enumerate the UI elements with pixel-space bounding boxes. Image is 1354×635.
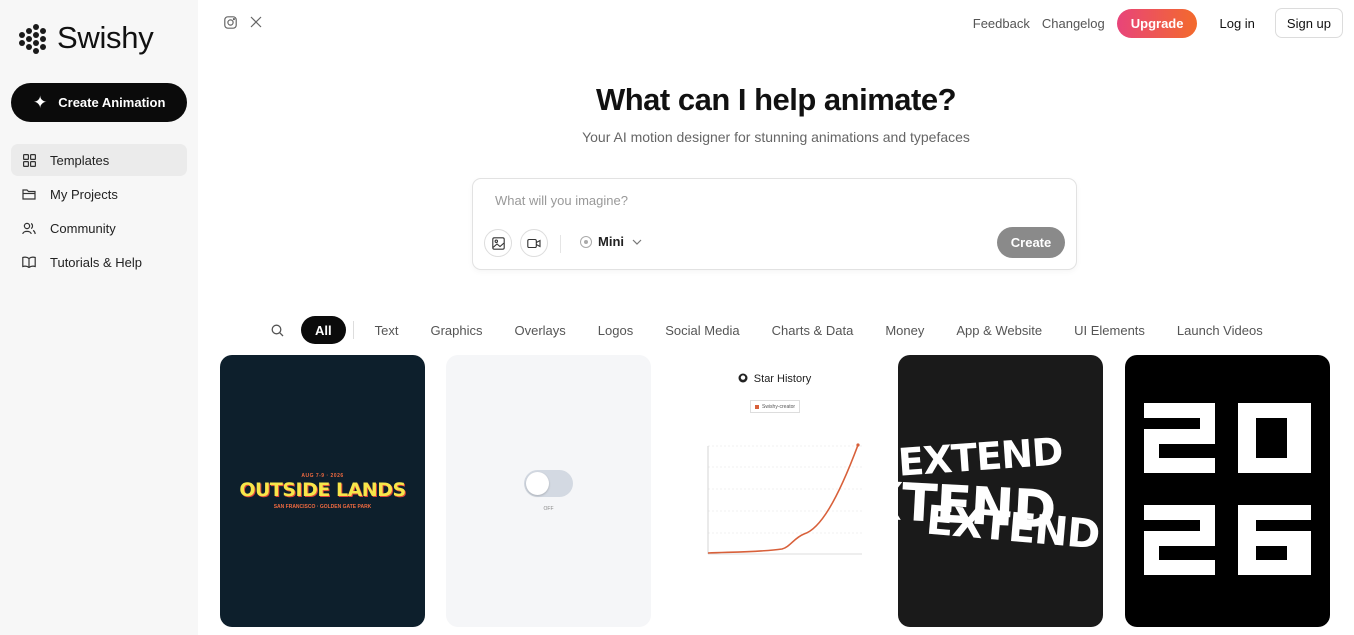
book-icon bbox=[22, 255, 36, 269]
template-card-toggle[interactable]: OFF bbox=[446, 355, 651, 627]
filter-all[interactable]: All bbox=[301, 316, 346, 344]
page-subtitle: Your AI motion designer for stunning ani… bbox=[582, 129, 970, 145]
logo[interactable]: Swishy bbox=[17, 20, 154, 56]
toggle-switch-preview bbox=[524, 470, 573, 497]
template-card-outside-lands[interactable]: AUG 7-9 · 2026 OUTSIDE LANDS SAN FRANCIS… bbox=[220, 355, 425, 627]
grid-icon bbox=[22, 153, 36, 167]
filter-money[interactable]: Money bbox=[869, 316, 940, 344]
filter-logos[interactable]: Logos bbox=[582, 316, 649, 344]
chevron-down-icon bbox=[632, 236, 642, 248]
x-icon[interactable] bbox=[249, 15, 263, 29]
top-navigation: Feedback Changelog Upgrade Log in Sign u… bbox=[973, 8, 1343, 38]
sidebar-item-tutorials[interactable]: Tutorials & Help bbox=[11, 246, 187, 278]
filter-launch-videos[interactable]: Launch Videos bbox=[1161, 316, 1279, 344]
category-filters: All Text Graphics Overlays Logos Social … bbox=[270, 316, 1279, 344]
divider bbox=[352, 321, 354, 339]
attach-image-button[interactable] bbox=[484, 229, 512, 257]
template-card-star-history[interactable]: Star History Swishy-creator bbox=[672, 355, 877, 627]
sidebar: Swishy ✦ Create Animation Templates My P… bbox=[0, 0, 198, 635]
sidebar-item-label: Templates bbox=[50, 152, 110, 168]
model-select[interactable]: Mini bbox=[580, 234, 642, 249]
sidebar-nav: Templates My Projects Community Tutorial… bbox=[11, 144, 187, 280]
create-animation-label: Create Animation bbox=[58, 95, 166, 110]
feedback-link[interactable]: Feedback bbox=[973, 16, 1030, 31]
template-card-2026[interactable]: 20 26 bbox=[1125, 355, 1330, 627]
prompt-input[interactable] bbox=[495, 193, 1055, 208]
brand-name: Swishy bbox=[57, 20, 154, 55]
card-title: OUTSIDE LANDS bbox=[239, 479, 406, 501]
swishy-logo-icon bbox=[17, 23, 47, 54]
changelog-link[interactable]: Changelog bbox=[1042, 16, 1105, 31]
sidebar-item-label: Tutorials & Help bbox=[50, 254, 142, 270]
card-subtext: SAN FRANCISCO · GOLDEN GATE PARK bbox=[273, 504, 372, 510]
signup-button[interactable]: Sign up bbox=[1274, 8, 1343, 38]
filter-charts-data[interactable]: Charts & Data bbox=[756, 316, 870, 344]
users-icon bbox=[22, 221, 36, 235]
instagram-icon[interactable] bbox=[223, 15, 237, 29]
upgrade-button[interactable]: Upgrade bbox=[1116, 8, 1198, 38]
filter-app-website[interactable]: App & Website bbox=[940, 316, 1058, 344]
sidebar-item-templates[interactable]: Templates bbox=[11, 144, 187, 176]
chart-legend: Swishy-creator bbox=[750, 400, 801, 413]
sidebar-item-community[interactable]: Community bbox=[11, 212, 187, 244]
sidebar-item-label: My Projects bbox=[50, 186, 118, 202]
year-2026-graphic bbox=[1144, 403, 1311, 575]
prompt-box: Mini Create bbox=[472, 178, 1077, 270]
image-icon bbox=[491, 236, 505, 250]
toggle-knob bbox=[526, 472, 549, 495]
filter-overlays[interactable]: Overlays bbox=[499, 316, 582, 344]
attach-video-button[interactable] bbox=[520, 229, 548, 257]
create-button[interactable]: Create bbox=[997, 227, 1065, 258]
folder-icon bbox=[22, 187, 36, 201]
search-icon[interactable] bbox=[270, 323, 284, 337]
model-icon bbox=[580, 235, 592, 248]
template-card-extend[interactable]: EXTEND EXTEND EXTEND bbox=[898, 355, 1103, 627]
star-history-chart bbox=[707, 443, 862, 555]
star-history-title: Star History bbox=[753, 373, 812, 385]
sidebar-item-my-projects[interactable]: My Projects bbox=[11, 178, 187, 210]
github-icon bbox=[738, 373, 748, 383]
page-title: What can I help animate? bbox=[595, 82, 957, 117]
sparkle-icon: ✦ bbox=[33, 93, 48, 112]
model-label: Mini bbox=[598, 234, 624, 249]
filter-text[interactable]: Text bbox=[359, 316, 415, 344]
extend-text-3: EXTEND bbox=[924, 497, 1102, 559]
legend-label: Swishy-creator bbox=[762, 403, 796, 410]
card-title: Star History bbox=[672, 373, 877, 385]
filter-ui-elements[interactable]: UI Elements bbox=[1058, 316, 1161, 344]
filter-graphics[interactable]: Graphics bbox=[414, 316, 498, 344]
login-link[interactable]: Log in bbox=[1219, 16, 1254, 31]
legend-swatch bbox=[755, 404, 759, 409]
filter-social-media[interactable]: Social Media bbox=[649, 316, 755, 344]
social-links bbox=[223, 15, 263, 29]
create-animation-button[interactable]: ✦ Create Animation bbox=[11, 83, 187, 122]
toggle-label: OFF bbox=[543, 506, 554, 512]
sidebar-item-label: Community bbox=[50, 220, 116, 236]
video-icon bbox=[527, 238, 541, 248]
divider bbox=[560, 235, 561, 253]
